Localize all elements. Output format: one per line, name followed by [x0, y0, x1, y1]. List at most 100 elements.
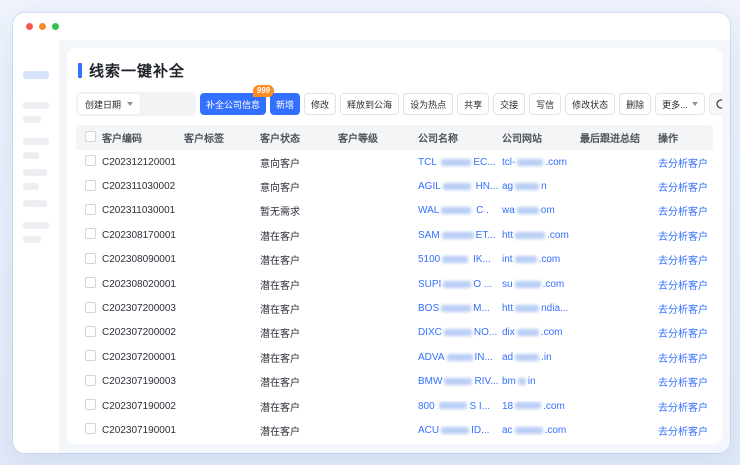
row-checkbox[interactable]	[85, 302, 96, 313]
redacted-text	[447, 354, 473, 361]
company-website-link[interactable]: htt.com	[502, 230, 580, 241]
analyze-customer-link[interactable]: 去分析客户	[658, 256, 707, 267]
redacted-text	[442, 232, 474, 239]
change-status-button[interactable]: 修改状态	[565, 93, 615, 115]
sidebar-item[interactable]	[23, 102, 49, 109]
company-website-link[interactable]: ad.in	[502, 352, 580, 363]
company-website-link[interactable]: tcl-.com	[502, 157, 580, 168]
app-window: 线索一键补全 创建日期 补全公司信息 999 新增 修改	[13, 13, 730, 453]
row-checkbox[interactable]	[85, 155, 96, 166]
company-website-link[interactable]: ac.com	[502, 425, 580, 436]
row-checkbox[interactable]	[85, 375, 96, 386]
sidebar-item[interactable]	[23, 222, 49, 229]
company-name: TCL EC...	[418, 157, 502, 168]
sidebar-item[interactable]	[23, 183, 39, 190]
company-name: WAL C .	[418, 205, 502, 216]
row-checkbox[interactable]	[85, 253, 96, 264]
row-checkbox[interactable]	[85, 204, 96, 215]
sidebar-item-active[interactable]	[23, 71, 49, 79]
create-date-filter-dropdown[interactable]: 创建日期	[78, 94, 140, 114]
minimize-window-icon[interactable]	[39, 23, 46, 30]
company-website-link[interactable]: waom	[502, 205, 580, 216]
row-checkbox[interactable]	[85, 326, 96, 337]
filter-bar: 创建日期	[76, 92, 196, 116]
sidebar-item[interactable]	[23, 200, 47, 207]
redacted-text	[517, 159, 543, 166]
company-website-link[interactable]: bmin	[502, 376, 580, 387]
analyze-customer-link[interactable]: 去分析客户	[658, 183, 707, 194]
col-header-customer-code: 客户编码	[102, 130, 184, 145]
redacted-text	[441, 427, 469, 434]
table-row: C202307190002 潜在客户 800 S I... 18.com 去分析…	[76, 394, 713, 418]
redacted-text	[439, 402, 467, 409]
redacted-text	[518, 378, 526, 385]
customer-status: 潜在客户	[260, 423, 338, 438]
customer-code: C202308090001	[102, 254, 184, 265]
redacted-text	[515, 305, 539, 312]
table-row: C202307190001 潜在客户 ACUID... ac.com 去分析客户	[76, 418, 713, 442]
more-button[interactable]: 更多...	[655, 93, 705, 115]
sidebar-item[interactable]	[23, 116, 41, 123]
share-button[interactable]: 共享	[457, 93, 489, 115]
company-website-link[interactable]: int.com	[502, 254, 580, 265]
row-checkbox[interactable]	[85, 423, 96, 434]
add-button[interactable]: 新增	[270, 93, 300, 115]
customer-status: 潜在客户	[260, 350, 338, 365]
customer-code: C202307190001	[102, 425, 184, 436]
col-header-customer-level: 客户等级	[338, 130, 418, 145]
sidebar-item[interactable]	[23, 138, 49, 145]
main-content: 线索一键补全 创建日期 补全公司信息 999 新增 修改	[59, 40, 730, 453]
company-name: DIXCNO...	[418, 327, 502, 338]
company-name: ADVAIN...	[418, 352, 502, 363]
analyze-customer-link[interactable]: 去分析客户	[658, 354, 707, 365]
handover-button[interactable]: 交接	[493, 93, 525, 115]
sidebar-item[interactable]	[23, 169, 47, 176]
row-checkbox[interactable]	[85, 180, 96, 191]
write-email-button[interactable]: 写信	[529, 93, 561, 115]
company-website-link[interactable]: dix.com	[502, 327, 580, 338]
customer-status: 潜在客户	[260, 252, 338, 267]
analyze-customer-link[interactable]: 去分析客户	[658, 378, 707, 389]
col-header-customer-status: 客户状态	[260, 130, 338, 145]
close-window-icon[interactable]	[26, 23, 33, 30]
redacted-text	[515, 256, 537, 263]
analyze-customer-link[interactable]: 去分析客户	[658, 403, 707, 414]
table-row: C202308020001 潜在客户 SUPIO ... su.com 去分析客…	[76, 272, 713, 296]
sidebar-item[interactable]	[23, 236, 41, 243]
delete-button[interactable]: 删除	[619, 93, 651, 115]
analyze-customer-link[interactable]: 去分析客户	[658, 232, 707, 243]
complete-company-info-button[interactable]: 补全公司信息 999	[200, 93, 266, 115]
analyze-customer-link[interactable]: 去分析客户	[658, 305, 707, 316]
analyze-customer-link[interactable]: 去分析客户	[658, 427, 707, 438]
select-all-checkbox[interactable]	[85, 131, 96, 142]
customer-code: C202311030002	[102, 181, 184, 192]
company-website-link[interactable]: agn	[502, 181, 580, 192]
redacted-text	[442, 256, 468, 263]
customer-code: C202308020001	[102, 279, 184, 290]
row-checkbox[interactable]	[85, 228, 96, 239]
analyze-customer-link[interactable]: 去分析客户	[658, 207, 707, 218]
row-checkbox[interactable]	[85, 277, 96, 288]
company-website-link[interactable]: httndia...	[502, 303, 580, 314]
analyze-customer-link[interactable]: 去分析客户	[658, 329, 707, 340]
redacted-text	[441, 207, 471, 214]
edit-button[interactable]: 修改	[304, 93, 336, 115]
sync-icon[interactable]	[709, 93, 722, 115]
table-header-row: 客户编码 客户标签 客户状态 客户等级 公司名称 公司网站 最后跟进总结 操作	[76, 125, 713, 150]
company-website-link[interactable]: su.com	[502, 279, 580, 290]
col-header-company-website: 公司网站	[502, 130, 580, 145]
company-name: 5100 IK...	[418, 254, 502, 265]
table-row: C202312120001 意向客户 TCL EC... tcl-.com 去分…	[76, 150, 713, 174]
company-name: AGIL HN...	[418, 181, 502, 192]
release-to-pool-button[interactable]: 释放到公海	[340, 93, 399, 115]
analyze-customer-link[interactable]: 去分析客户	[658, 159, 707, 170]
sidebar-item[interactable]	[23, 152, 39, 159]
company-name: SAMET...	[418, 230, 502, 241]
row-checkbox[interactable]	[85, 399, 96, 410]
analyze-customer-link[interactable]: 去分析客户	[658, 281, 707, 292]
maximize-window-icon[interactable]	[52, 23, 59, 30]
customer-code: C202307200003	[102, 303, 184, 314]
company-website-link[interactable]: 18.com	[502, 401, 580, 412]
row-checkbox[interactable]	[85, 350, 96, 361]
set-hotspot-button[interactable]: 设为热点	[403, 93, 453, 115]
